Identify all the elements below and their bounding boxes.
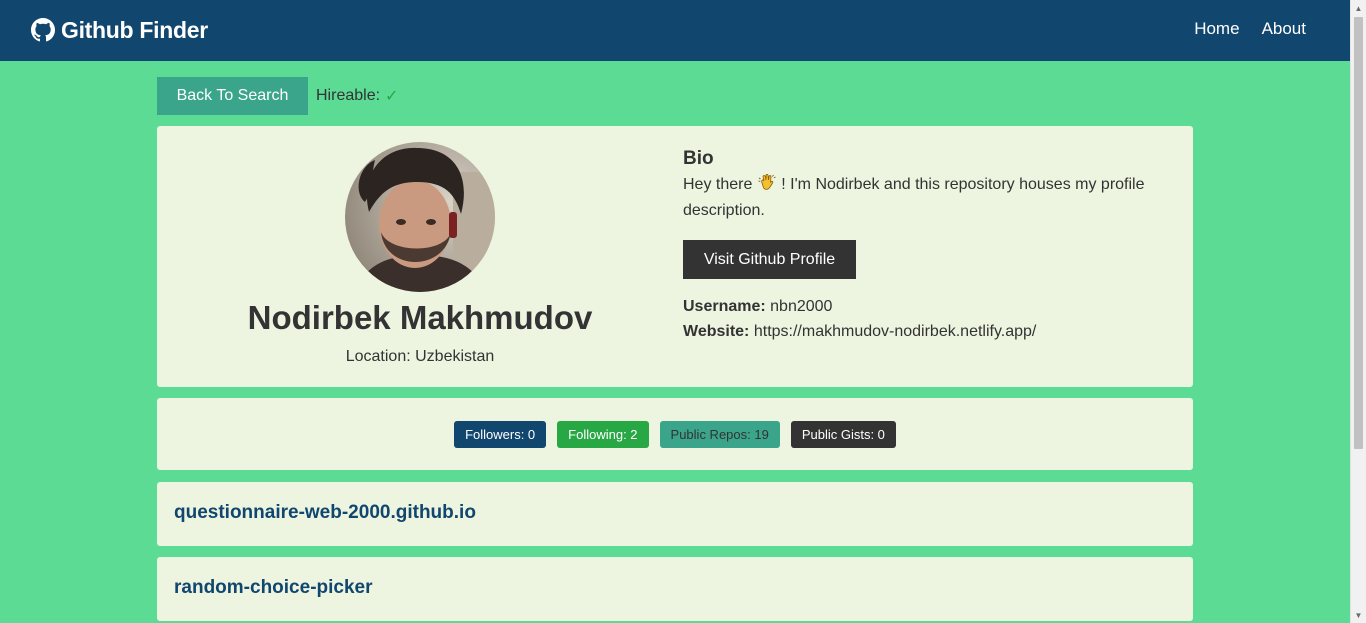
repo-link[interactable]: questionnaire-web-2000.github.io [174, 502, 476, 524]
hireable-label: Hireable: [316, 87, 381, 104]
bio-text-end: ! I'm Nodirbek and this repository house… [683, 176, 1145, 219]
scroll-down-arrow-icon[interactable]: ▼ [1351, 607, 1366, 623]
repo-item: random-choice-picker [157, 557, 1193, 621]
waving-hand-icon [758, 173, 776, 190]
hireable-status: Hireable: ✓ [316, 86, 398, 106]
nav-links: Home About [1194, 19, 1306, 39]
username-value: nbn2000 [770, 298, 833, 315]
brand-title: Github Finder [61, 16, 208, 43]
avatar [345, 142, 495, 292]
bio-heading: Bio [683, 148, 714, 169]
website-value[interactable]: https://makhmudov-nodirbek.netlify.app/ [754, 323, 1037, 340]
scroll-up-arrow-icon[interactable]: ▲ [1351, 0, 1366, 16]
repo-item: questionnaire-web-2000.github.io [157, 482, 1193, 546]
user-location: Location: Uzbekistan [345, 348, 495, 365]
bio-text-start: Hey there [683, 176, 753, 193]
public-gists-badge: Public Gists: 0 [790, 421, 896, 448]
followers-badge: Followers: 0 [454, 421, 547, 448]
website-label: Website: [683, 323, 750, 340]
profile-card: Nodirbek Makhmudov Location: Uzbekistan … [157, 126, 1193, 387]
website-row: Website: https://makhmudov-nodirbek.netl… [683, 323, 1036, 341]
stats-badges: Followers: 0 Following: 2 Public Repos: … [157, 421, 1193, 448]
public-repos-badge: Public Repos: 19 [659, 421, 780, 448]
github-icon [31, 18, 55, 42]
nav-home-link[interactable]: Home [1194, 19, 1239, 39]
check-icon: ✓ [385, 88, 399, 105]
visit-github-profile-button[interactable]: Visit Github Profile [683, 240, 856, 279]
scrollbar[interactable]: ▲ ▼ [1350, 0, 1366, 623]
brand[interactable]: Github Finder [31, 16, 208, 44]
username-row: Username: nbn2000 [683, 298, 832, 316]
username-label: Username: [683, 298, 766, 315]
user-name: Nodirbek Makhmudov [247, 299, 593, 336]
scroll-thumb[interactable] [1354, 17, 1363, 449]
back-to-search-button[interactable]: Back To Search [157, 77, 308, 115]
repo-link[interactable]: random-choice-picker [174, 577, 373, 599]
bio-text: Hey there ! I'm Nodirbek and this reposi… [683, 172, 1163, 224]
navbar: Github Finder Home About [0, 0, 1350, 61]
stats-card: Followers: 0 Following: 2 Public Repos: … [157, 398, 1193, 470]
nav-about-link[interactable]: About [1262, 19, 1306, 39]
following-badge: Following: 2 [557, 421, 649, 448]
